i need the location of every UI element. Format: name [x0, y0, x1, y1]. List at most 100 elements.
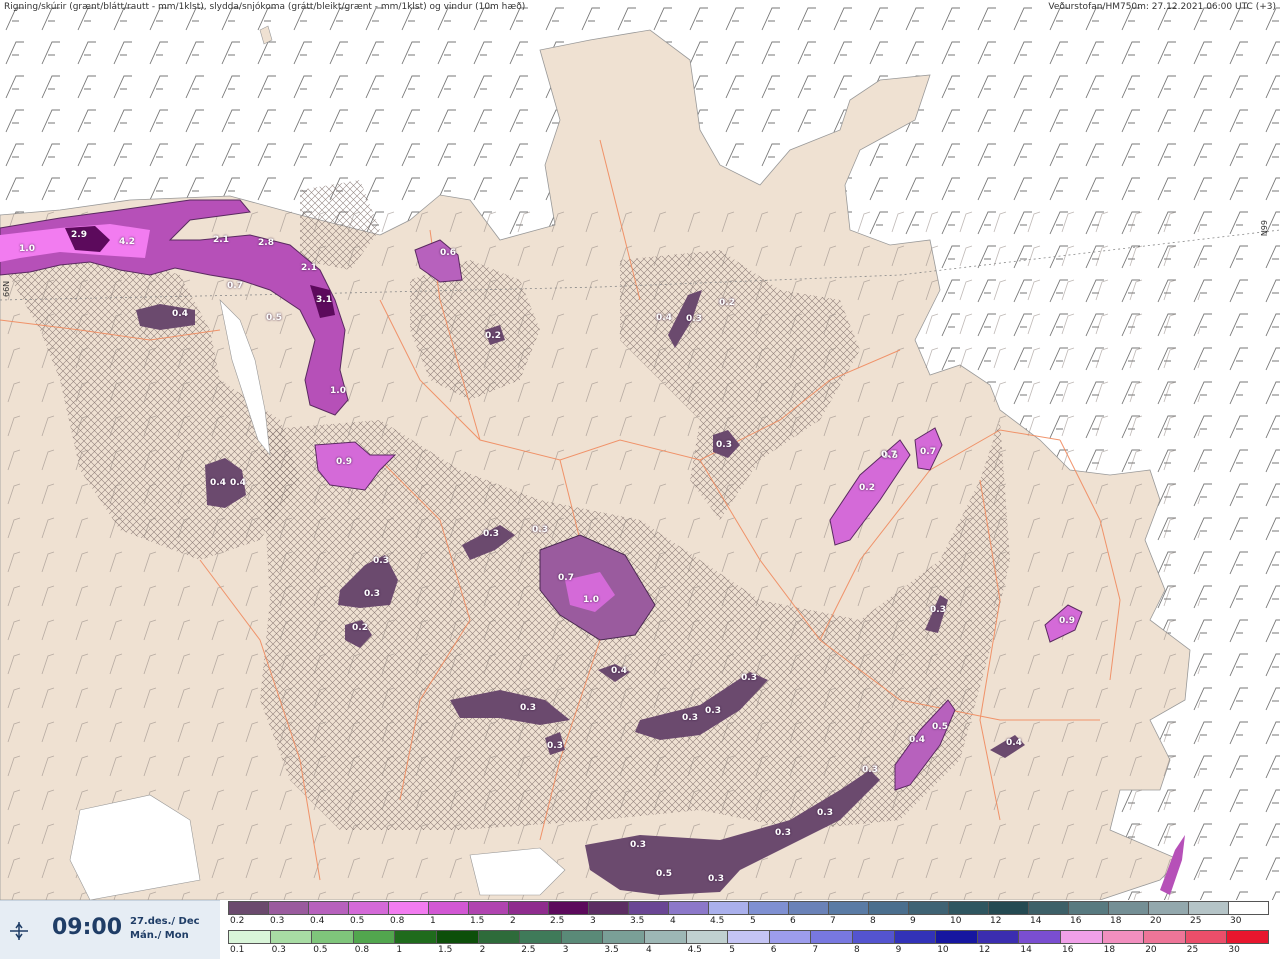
legend-rain-value: 0.3	[271, 945, 286, 955]
precip-value-label: 0.4	[611, 666, 627, 676]
legend-rain-swatch	[311, 930, 354, 944]
precip-value-label: 0.3	[716, 440, 732, 450]
forecast-date-line1: 27.des./ Dec	[130, 916, 200, 927]
legend-snow-value: 2	[510, 916, 516, 926]
precip-value-label: 0.9	[1059, 616, 1075, 626]
legend-rain-swatch	[1060, 930, 1103, 944]
legend-rain-value: 1.5	[438, 945, 453, 955]
precip-value-label: 0.3	[682, 713, 698, 723]
legend-rain-value: 7	[812, 945, 819, 955]
legend-snow-value: 4.5	[710, 916, 725, 926]
legend-rain-value: 18	[1103, 945, 1116, 955]
legend-snow-value: 4	[670, 916, 676, 926]
legend-snow-value: 30	[1230, 916, 1242, 926]
legend-rain-swatch	[269, 930, 313, 944]
legend-rain-value: 30	[1228, 945, 1240, 955]
precip-value-label: 0.7	[558, 573, 574, 583]
legend-snow-swatch	[868, 901, 909, 915]
legend-snow-value: 16	[1070, 916, 1082, 926]
legend-rain-value: 6	[770, 945, 777, 955]
legend-rain-value: 3.5	[604, 945, 619, 955]
legend-snow-value: 0.4	[310, 916, 325, 926]
legend-snow-value: 9	[910, 916, 916, 926]
latitude-label-left: 66N	[2, 280, 11, 297]
precip-value-label: 0.4	[210, 478, 226, 488]
legend-rain-value: 25	[1186, 945, 1199, 955]
legend-rain-value: 20	[1145, 945, 1157, 955]
legend-snow-value: 3.5	[630, 916, 645, 926]
legend-snow-value: 20	[1150, 916, 1162, 926]
legend-snow-swatch	[1108, 901, 1149, 915]
legend-rain-value: 10	[937, 945, 949, 955]
legend-rain-swatch	[727, 930, 770, 944]
precip-value-label: 0.5	[656, 869, 672, 879]
precip-value-label: 0.2	[485, 331, 501, 341]
legend-rain-swatch	[935, 930, 978, 944]
forecast-date-line2: Mán./ Mon	[130, 930, 189, 941]
legend-snow-swatch	[1068, 901, 1109, 915]
legend-rain-value: 0.5	[313, 945, 328, 955]
legend-snow-value: 7	[830, 916, 836, 926]
legend-rain-value: 3	[562, 945, 569, 955]
legend-rain-swatch	[852, 930, 895, 944]
precip-value-label: 0.4	[230, 478, 246, 488]
legend-rain-swatch	[602, 930, 645, 944]
legend-rain-value: 8	[854, 945, 860, 955]
precip-value-label: 0.3	[741, 673, 757, 683]
legend-rain-swatch	[1018, 930, 1061, 944]
legend-snow-swatch	[1228, 901, 1269, 915]
precip-value-label: 0.3	[930, 605, 946, 615]
forecast-time: 09:00	[52, 915, 123, 940]
map-svg	[0, 0, 1280, 900]
precip-value-label: 2.1	[301, 263, 317, 273]
legend-rain-value: 14	[1020, 945, 1032, 955]
legend-rain: 0.1 0.3 0.5 0.8 1 1.5 2 2.5 3 3.5 4 4.5 5 6 7 8 9 10 12 14 1…	[228, 930, 1280, 955]
precip-value-label: 0.4	[656, 313, 672, 323]
precip-value-label: 0.3	[708, 874, 724, 884]
legend-snow-value: 0.5	[350, 916, 365, 926]
precip-value-label: 0.3	[520, 703, 536, 713]
precip-value-label: 0.3	[817, 808, 833, 818]
legend-rain-swatch	[685, 930, 729, 944]
precip-value-label: 0.9	[336, 457, 352, 467]
precip-value-label: 0.6	[440, 248, 456, 258]
legend-rain-value: 1	[396, 945, 403, 955]
legend-rain-swatch	[810, 930, 853, 944]
precip-value-label: 0.5	[932, 722, 948, 732]
legend-snow-value: 2.5	[550, 916, 565, 926]
precip-value-label: 0.7	[227, 281, 243, 291]
legend-snow-swatch	[508, 901, 549, 915]
legend-snow-swatch	[708, 901, 749, 915]
time-panel: 09:00 27.des./ Dec Mán./ Mon	[0, 900, 220, 959]
legend-rain-swatch	[519, 930, 562, 944]
legend-snow-value: 1	[430, 916, 436, 926]
precip-value-label: 0.4	[909, 735, 925, 745]
legend-snow-value: 0.8	[390, 916, 405, 926]
precip-value-label: 0.3	[686, 314, 702, 324]
precip-value-label: 0.4	[1006, 738, 1022, 748]
precip-value-label: 0.5	[266, 313, 282, 323]
legend-rain-swatch	[228, 930, 271, 944]
legend-rain-value: 4	[646, 945, 652, 955]
legend-snow-value: 8	[870, 916, 876, 926]
precip-value-label: 0.3	[630, 840, 646, 850]
time-control-icon[interactable]	[8, 920, 30, 942]
precip-value-label: 0.2	[859, 483, 875, 493]
legend-snow-swatch	[668, 901, 709, 915]
legend-snow-swatch	[548, 901, 589, 915]
precip-value-label: 2.9	[71, 230, 87, 240]
legend-snow: 0.2 0.3 0.4 0.5 0.8 1 1.5 2 2.5 3 3.5 4 4.5 5 6 7 8 9 10 12…	[228, 901, 1280, 926]
legend-snow-swatch	[788, 901, 829, 915]
precip-value-label: 0.3	[547, 741, 563, 751]
legend-rain-swatch	[1101, 930, 1145, 944]
precip-value-label: 0.3	[373, 556, 389, 566]
precip-value-label: 0.2	[719, 298, 735, 308]
legend-rain-swatch	[560, 930, 604, 944]
precip-value-label: 1.0	[583, 595, 599, 605]
legend-snow-swatch	[1148, 901, 1189, 915]
legend-snow-swatch	[628, 901, 669, 915]
legend-snow-swatch	[308, 901, 349, 915]
legend-snow-value: 1.5	[470, 916, 485, 926]
latitude-label-right: 66N	[1258, 220, 1268, 237]
legend-snow-swatch	[268, 901, 309, 915]
